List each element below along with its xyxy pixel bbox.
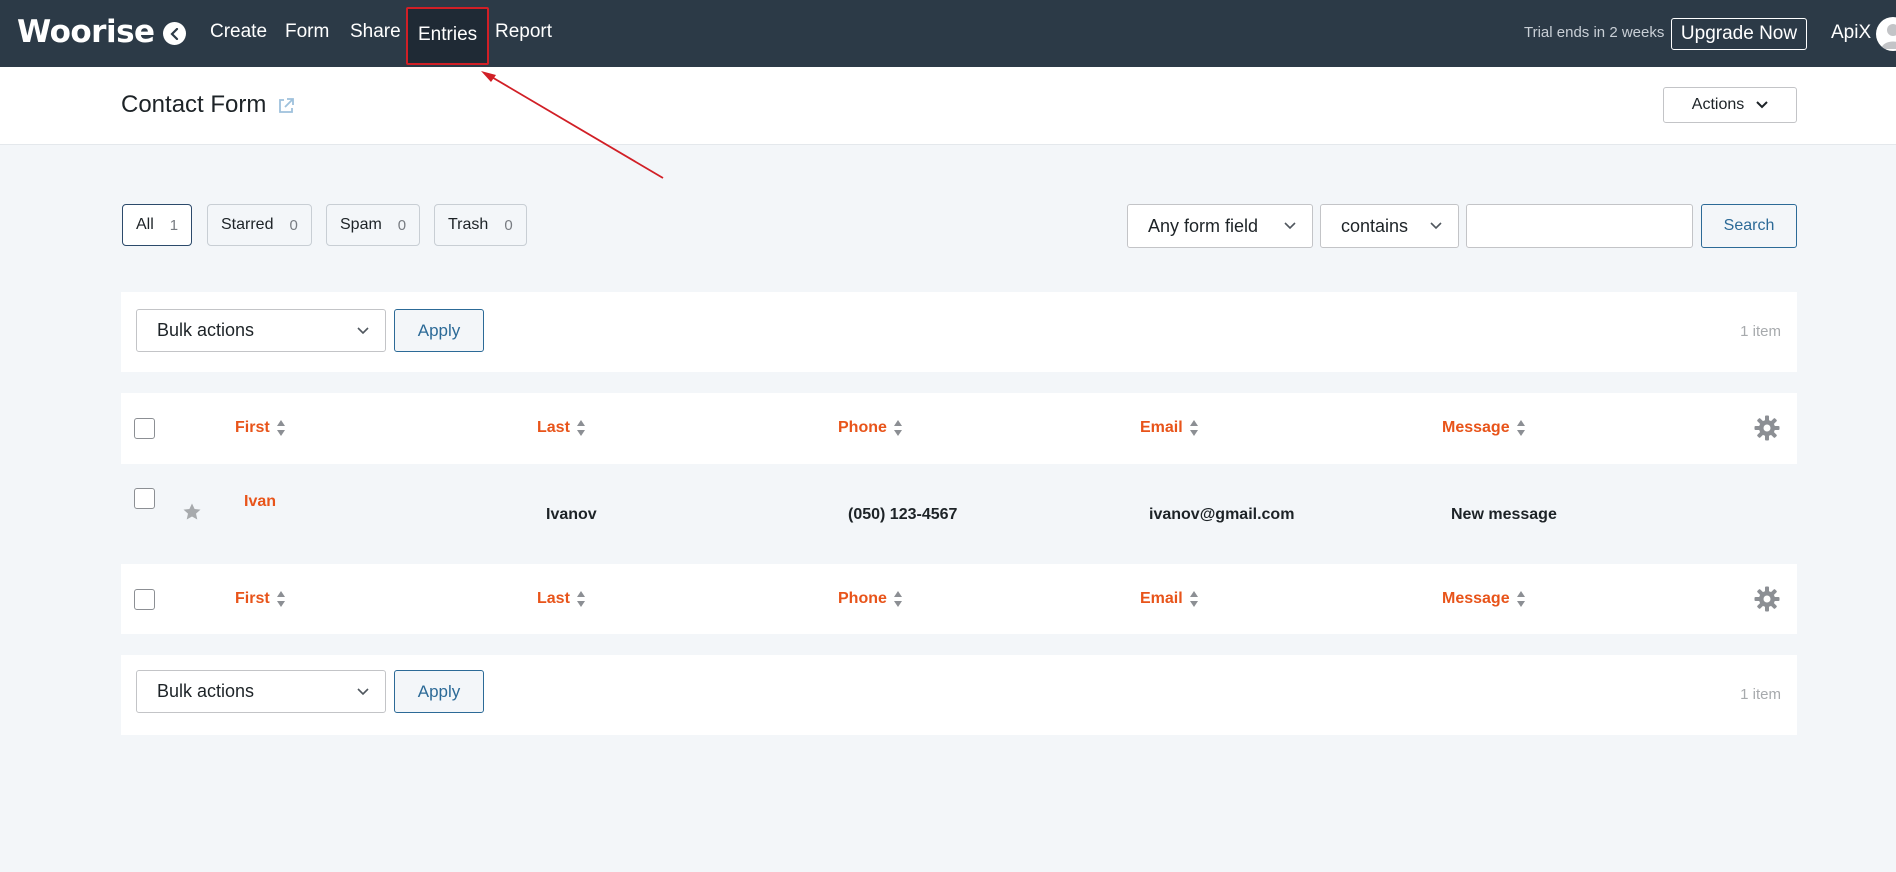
- gear-icon[interactable]: [1754, 415, 1780, 441]
- filter-count: 0: [397, 216, 407, 234]
- user-name[interactable]: ApiX: [1831, 22, 1871, 44]
- trial-notice: Trial ends in 2 weeks: [1524, 24, 1665, 41]
- user-avatar-icon: [1881, 24, 1896, 49]
- sort-icon: [576, 420, 585, 436]
- column-label: Last: [537, 590, 570, 607]
- column-label: Phone: [838, 590, 887, 607]
- column-email[interactable]: Email: [1140, 590, 1199, 608]
- select-all-checkbox[interactable]: [134, 418, 155, 439]
- nav-share[interactable]: Share: [350, 21, 401, 43]
- page-title: Contact Form: [121, 91, 267, 118]
- operator-select-value: contains: [1341, 215, 1409, 236]
- column-message[interactable]: Message: [1442, 590, 1526, 608]
- actions-button[interactable]: Actions: [1663, 87, 1797, 123]
- sort-icon: [893, 420, 902, 436]
- cell-first[interactable]: Ivan: [244, 493, 276, 511]
- column-last[interactable]: Last: [537, 590, 586, 608]
- nav-form[interactable]: Form: [285, 21, 329, 43]
- row-checkbox[interactable]: [134, 488, 155, 509]
- column-first[interactable]: First: [235, 419, 286, 437]
- chevron-down-icon: [1430, 222, 1442, 230]
- items-count: 1 item: [1740, 686, 1781, 703]
- table-footer: First Last Phone Email Message: [121, 564, 1797, 635]
- upgrade-now-button[interactable]: Upgrade Now: [1671, 18, 1807, 50]
- column-label: Last: [537, 419, 570, 436]
- back-button[interactable]: [163, 22, 186, 45]
- sort-icon: [1516, 420, 1525, 436]
- filter-count: 0: [289, 216, 298, 234]
- column-label: Email: [1140, 419, 1183, 436]
- page-header: Contact Form Actions: [0, 67, 1896, 145]
- external-link-icon[interactable]: [277, 97, 295, 115]
- bulk-actions-top: Bulk actions Apply 1 item: [121, 292, 1797, 372]
- gear-icon[interactable]: [1754, 586, 1780, 612]
- cell-last: Ivanov: [546, 506, 597, 523]
- cell-message: New message: [1451, 506, 1557, 523]
- column-label: Message: [1442, 419, 1510, 436]
- search-button[interactable]: Search: [1701, 204, 1797, 248]
- column-phone[interactable]: Phone: [838, 419, 903, 437]
- column-label: Email: [1140, 590, 1183, 607]
- column-message[interactable]: Message: [1442, 419, 1526, 437]
- bulk-actions-select[interactable]: Bulk actions: [136, 309, 386, 352]
- bulk-actions-select[interactable]: Bulk actions: [136, 670, 386, 713]
- field-select-value: Any form field: [1148, 215, 1259, 236]
- column-first[interactable]: First: [235, 590, 286, 608]
- chevron-left-icon: [169, 27, 178, 40]
- select-all-checkbox[interactable]: [134, 589, 155, 610]
- items-count: 1 item: [1740, 323, 1781, 340]
- woorise-logo[interactable]: Woorise: [17, 14, 155, 50]
- nav-create[interactable]: Create: [210, 21, 267, 43]
- sort-icon: [1516, 591, 1525, 607]
- actions-label: Actions: [1691, 96, 1745, 113]
- filter-label: All: [136, 216, 154, 233]
- chevron-down-icon: [357, 327, 369, 335]
- apply-button[interactable]: Apply: [394, 670, 484, 713]
- chevron-down-icon: [1756, 101, 1768, 109]
- filter-trash[interactable]: Trash 0: [434, 204, 527, 246]
- sort-icon: [1189, 420, 1198, 436]
- chevron-down-icon: [1284, 222, 1296, 230]
- table-row[interactable]: Ivan Ivanov (050) 123-4567 ivanov@gmail.…: [121, 464, 1797, 564]
- bulk-actions-bottom: Bulk actions Apply 1 item: [121, 655, 1797, 735]
- column-phone[interactable]: Phone: [838, 590, 903, 608]
- filter-spam[interactable]: Spam 0: [326, 204, 421, 246]
- filter-count: 0: [504, 216, 513, 234]
- bulk-select-label: Bulk actions: [157, 320, 255, 340]
- filter-label: Spam: [340, 216, 382, 233]
- nav-entries[interactable]: Entries: [406, 7, 490, 65]
- field-select[interactable]: Any form field: [1127, 204, 1313, 248]
- table-header: First Last Phone Email Message: [121, 393, 1797, 464]
- filter-label: Starred: [221, 216, 274, 233]
- sort-icon: [1189, 591, 1198, 607]
- cell-email: ivanov@gmail.com: [1149, 506, 1295, 523]
- entries-table: First Last Phone Email Message Ivan Ivan…: [121, 393, 1797, 634]
- avatar[interactable]: [1876, 17, 1896, 51]
- top-nav-bar: Woorise Create Form Share Entries Report…: [0, 0, 1896, 67]
- star-icon[interactable]: [182, 502, 202, 522]
- apply-button[interactable]: Apply: [394, 309, 484, 352]
- column-last[interactable]: Last: [537, 419, 586, 437]
- sort-icon: [276, 420, 285, 436]
- filter-all[interactable]: All 1: [122, 204, 193, 246]
- column-label: First: [235, 590, 270, 607]
- nav-report[interactable]: Report: [495, 21, 552, 43]
- column-label: Message: [1442, 590, 1510, 607]
- chevron-down-icon: [357, 688, 369, 696]
- sort-icon: [893, 591, 902, 607]
- filter-label: Trash: [448, 216, 489, 233]
- filter-count: 1: [169, 216, 179, 234]
- column-label: Phone: [838, 419, 887, 436]
- operator-select[interactable]: contains: [1320, 204, 1459, 248]
- search-input[interactable]: [1466, 204, 1693, 248]
- cell-phone: (050) 123-4567: [848, 506, 958, 523]
- column-email[interactable]: Email: [1140, 419, 1199, 437]
- sort-icon: [276, 591, 285, 607]
- sort-icon: [576, 591, 585, 607]
- filter-starred[interactable]: Starred 0: [207, 204, 312, 246]
- bulk-select-label: Bulk actions: [157, 681, 255, 701]
- column-label: First: [235, 419, 270, 436]
